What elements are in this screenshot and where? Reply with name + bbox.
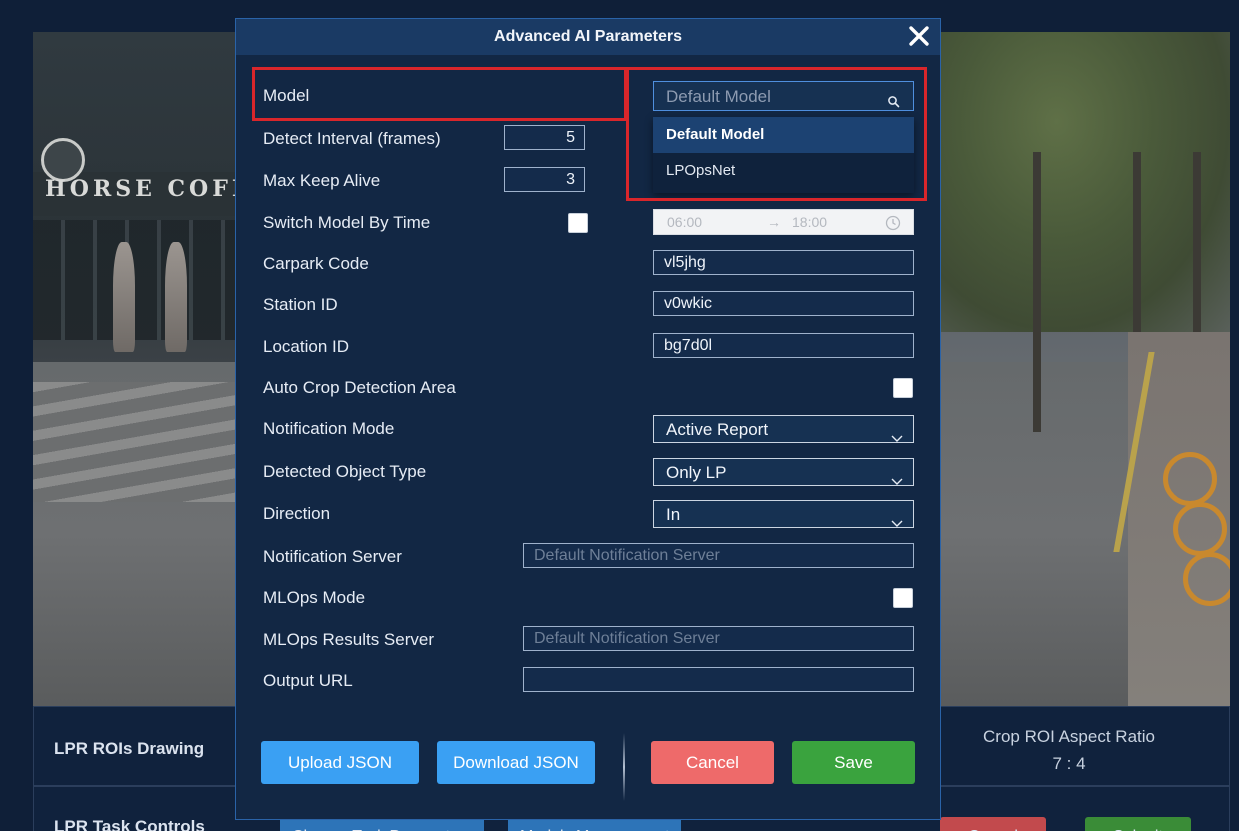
model-dropdown-menu: Default Model LPOpsNet [653,117,914,193]
chevron-down-icon [891,509,903,536]
bicycle-wheel [1173,502,1227,556]
task-submit-button[interactable]: Submit [1085,817,1191,831]
output-url-input[interactable] [523,667,914,692]
model-search-input[interactable]: Default Model [653,81,914,111]
lpr-rois-label: LPR ROIs Drawing [54,739,205,758]
storefront-windows [33,220,238,340]
lpr-task-controls-label: LPR Task Controls [54,817,205,831]
notification-mode-value: Active Report [666,420,769,439]
model-placeholder: Default Model [666,87,771,106]
auto-crop-checkbox[interactable] [893,378,913,398]
trees [941,32,1230,332]
notification-server-input[interactable]: Default Notification Server [523,543,914,568]
auto-crop-label: Auto Crop Detection Area [263,378,456,397]
station-id-label: Station ID [263,295,338,314]
output-url-label: Output URL [263,671,353,690]
chevron-down-icon [891,467,903,494]
dialog-header: Advanced AI Parameters [236,19,940,55]
storefront-sign-text: HORSE COFFEE [45,176,293,202]
mlops-mode-checkbox[interactable] [893,588,913,608]
notification-server-label: Notification Server [263,547,402,566]
advanced-ai-parameters-dialog: Advanced AI Parameters Model Default Mod… [235,18,941,820]
notification-mode-label: Notification Mode [263,419,395,438]
location-id-input[interactable]: bg7d0l [653,333,914,358]
station-id-input[interactable]: v0wkic [653,291,914,316]
mlops-results-server-placeholder: Default Notification Server [534,630,720,647]
dialog-title: Advanced AI Parameters [494,28,682,45]
notification-server-placeholder: Default Notification Server [534,547,720,564]
switch-model-by-time-label: Switch Model By Time [263,213,431,232]
switch-model-by-time-checkbox[interactable] [568,213,588,233]
crosswalk [33,382,238,502]
detected-object-type-select[interactable]: Only LP [653,458,914,486]
direction-select[interactable]: In [653,500,914,528]
direction-label: Direction [263,504,331,523]
cancel-button[interactable]: Cancel [651,741,774,784]
mlops-results-server-input[interactable]: Default Notification Server [523,626,914,651]
clock-icon [885,214,901,238]
bicycle-wheel [1183,552,1230,606]
detect-interval-input[interactable]: 5 [504,125,585,150]
notification-mode-select[interactable]: Active Report [653,415,914,443]
umbrella [165,242,187,352]
aspect-ratio-label: Crop ROI Aspect Ratio [983,727,1155,746]
carpark-code-input[interactable]: vl5jhg [653,250,914,275]
aspect-ratio-block: Crop ROI Aspect Ratio 7 : 4 [974,723,1164,777]
carpark-code-label: Carpark Code [263,254,369,273]
max-keep-alive-label: Max Keep Alive [263,171,381,190]
model-option-default[interactable]: Default Model [653,117,914,153]
bicycle-wheel [1163,452,1217,506]
umbrella [113,242,135,352]
button-divider [623,733,625,801]
aspect-ratio-value: 7 : 4 [1052,754,1086,773]
download-json-button[interactable]: Download JSON [437,741,595,784]
mlops-results-server-label: MLOps Results Server [263,630,434,649]
search-icon [887,89,901,118]
detect-interval-label: Detect Interval (frames) [263,129,441,148]
direction-value: In [666,505,681,524]
time-range-picker[interactable]: 06:00 → 18:00 [653,209,914,235]
mlops-mode-label: MLOps Mode [263,588,366,607]
chevron-down-icon [891,424,903,451]
time-end: 18:00 [792,214,828,230]
upload-json-button[interactable]: Upload JSON [261,741,419,784]
time-start: 06:00 [667,214,703,230]
location-id-label: Location ID [263,337,349,356]
model-label: Model [263,86,310,105]
detected-object-type-label: Detected Object Type [263,462,427,481]
time-arrow: → [767,214,781,230]
tree-trunk [1033,152,1041,432]
save-button[interactable]: Save [792,741,915,784]
task-cancel-button[interactable]: Cancel [940,817,1046,831]
close-icon[interactable] [902,20,936,54]
max-keep-alive-input[interactable]: 3 [504,167,585,192]
model-option-lpopsnet[interactable]: LPOpsNet [653,153,914,189]
detected-object-type-value: Only LP [666,463,727,482]
